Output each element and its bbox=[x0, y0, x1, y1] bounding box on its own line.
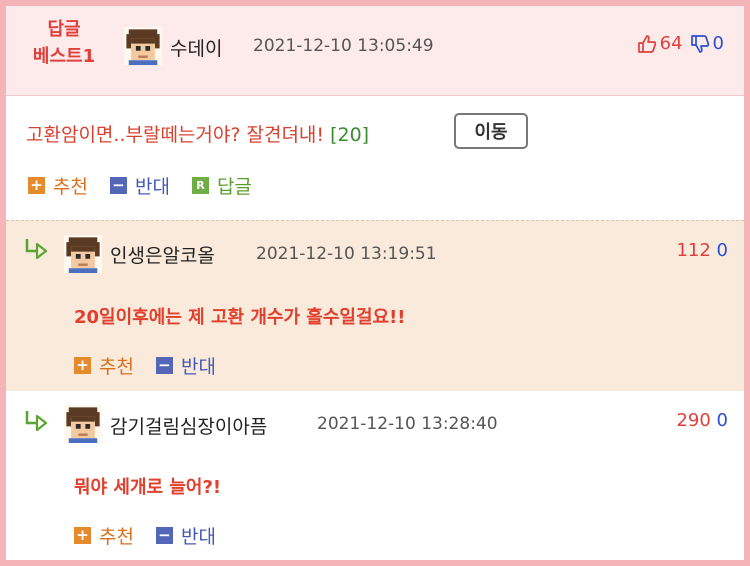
reply-content: 20일이후에는 제 고환 개수가 홀수일걸요!! bbox=[74, 307, 406, 328]
minus-icon: − bbox=[109, 177, 127, 194]
best-reply-label: 답글 베스트1 bbox=[32, 19, 96, 67]
oppose-button[interactable]: − 반대 bbox=[155, 352, 216, 379]
reply-date: 2021-12-10 13:19:51 bbox=[256, 244, 437, 264]
plus-icon: + bbox=[74, 357, 91, 374]
comment-date: 2021-12-10 13:05:49 bbox=[253, 36, 434, 56]
reply-button[interactable]: R 답글 bbox=[191, 172, 252, 199]
downvote-count[interactable]: 0 bbox=[717, 240, 728, 261]
avatar-icon[interactable] bbox=[64, 235, 102, 273]
thumb-up-icon[interactable] bbox=[637, 34, 657, 54]
plus-icon: + bbox=[28, 177, 45, 194]
best-actions: + 추천 − 반대 R 답글 bbox=[28, 172, 274, 199]
downvote-count[interactable]: 0 bbox=[717, 410, 728, 431]
reply-votes: 112 0 bbox=[676, 240, 728, 261]
reply-badge-icon: R bbox=[191, 177, 209, 194]
reply-date: 2021-12-10 13:28:40 bbox=[317, 414, 498, 434]
reply-content: 뭐야 세개로 늘어?! bbox=[74, 477, 222, 498]
recommend-button[interactable]: + 추천 bbox=[74, 522, 134, 549]
best-comment-header: 답글 베스트1 수데이 2021-12-10 13:05:49 64 0 bbox=[6, 6, 744, 96]
upvote-count[interactable]: 290 bbox=[676, 410, 710, 431]
upvote-count: 64 bbox=[659, 33, 683, 54]
minus-icon: − bbox=[155, 527, 173, 544]
reply-item: 인생은알코올 2021-12-10 13:19:51 112 0 20일이후에는… bbox=[6, 220, 744, 392]
avatar-icon[interactable] bbox=[124, 27, 162, 65]
vote-counts: 64 0 bbox=[637, 33, 724, 54]
reply-arrow-icon bbox=[24, 409, 50, 431]
move-button[interactable]: 이동 bbox=[454, 113, 528, 149]
upvote-count[interactable]: 112 bbox=[676, 240, 710, 261]
recommend-button[interactable]: + 추천 bbox=[74, 352, 134, 379]
oppose-button[interactable]: − 반대 bbox=[109, 172, 170, 199]
reply-arrow-icon bbox=[24, 237, 50, 259]
comment-content: 고환암이면..부랄떼는거야? 잘견뎌내! [20] bbox=[26, 124, 370, 146]
plus-icon: + bbox=[74, 527, 91, 544]
downvote-count: 0 bbox=[712, 33, 724, 54]
oppose-button[interactable]: − 반대 bbox=[155, 522, 216, 549]
reply-count[interactable]: [20] bbox=[330, 124, 369, 146]
minus-icon: − bbox=[155, 357, 173, 374]
reply-author[interactable]: 인생은알코올 bbox=[110, 241, 215, 268]
reply-actions: + 추천 − 반대 bbox=[74, 352, 238, 379]
avatar-icon[interactable] bbox=[64, 405, 102, 443]
reply-actions: + 추천 − 반대 bbox=[74, 522, 238, 549]
comment-author[interactable]: 수데이 bbox=[170, 34, 222, 61]
thumb-down-icon[interactable] bbox=[690, 34, 710, 54]
comment-panel: 답글 베스트1 수데이 2021-12-10 13:05:49 64 0 고환암… bbox=[6, 6, 744, 560]
reply-item: 감기걸림심장이아픔 2021-12-10 13:28:40 290 0 뭐야 세… bbox=[6, 391, 744, 560]
reply-author[interactable]: 감기걸림심장이아픔 bbox=[110, 412, 267, 439]
recommend-button[interactable]: + 추천 bbox=[28, 172, 88, 199]
reply-votes: 290 0 bbox=[676, 410, 728, 431]
